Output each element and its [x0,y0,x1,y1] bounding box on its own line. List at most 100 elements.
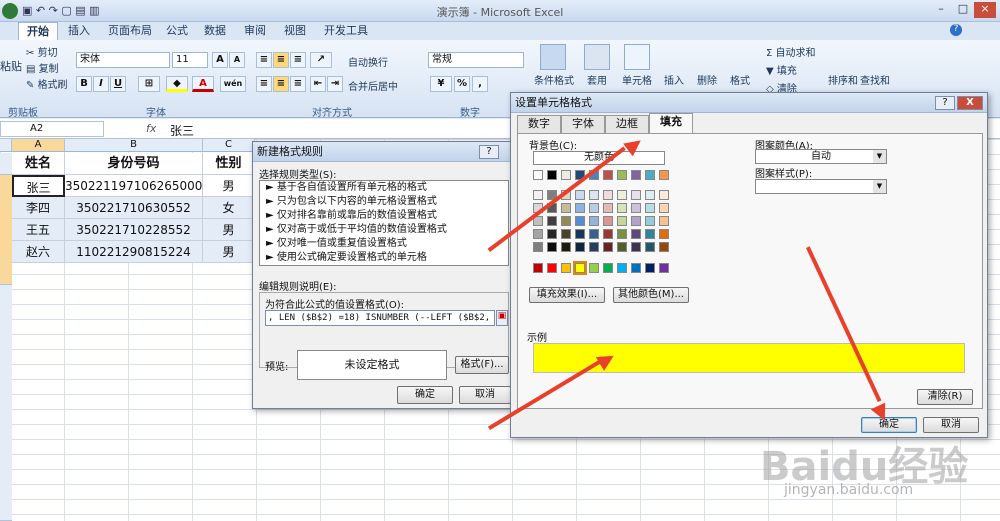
rule-type-list[interactable]: ► 基于各自值设置所有单元格的格式 ► 只为包含以下内容的单元格设置格式 ► 仅… [259,180,509,266]
format-cells-help-button[interactable]: ? [935,96,955,110]
color-swatch[interactable] [659,229,669,239]
new-rule-ok-button[interactable]: 确定 [397,386,453,404]
formula-input[interactable]: , LEN ($B$2) =18) ISNUMBER (--LEFT ($B$2… [265,310,495,326]
color-swatch[interactable] [631,242,641,252]
format-cells-button[interactable]: 格式 [730,72,750,87]
column-header-c[interactable]: C [203,139,255,152]
color-swatch[interactable] [603,229,613,239]
indent-decrease-icon[interactable]: ⇤ [310,76,326,92]
close-icon[interactable]: × [974,2,996,18]
tab-number[interactable]: 数字 [517,115,561,133]
rule-type-item[interactable]: ► 基于各自值设置所有单元格的格式 [260,181,508,195]
number-format-select[interactable]: 常规 [428,52,524,68]
tab-view[interactable]: 视图 [276,22,314,40]
tab-developer[interactable]: 开发工具 [316,22,376,40]
percent-button[interactable]: % [454,76,470,92]
format-cells-cancel-button[interactable]: 取消 [923,417,979,433]
table-cell-a2[interactable]: 张三 [12,175,65,197]
bold-button[interactable]: B [76,76,92,92]
underline-button[interactable]: U [110,76,126,92]
table-cell[interactable]: 110221290815224 [65,241,203,263]
maximize-icon[interactable]: □ [952,2,974,18]
tab-home[interactable]: 开始 [18,22,58,40]
header-cell-id[interactable]: 身份号码 [65,153,203,175]
align-right-icon[interactable]: ≡ [290,76,306,92]
rule-type-item[interactable]: ► 仅对高于或低于平均值的数值设置格式 [260,223,508,237]
column-header-b[interactable]: B [65,139,203,152]
rule-type-item-formula[interactable]: ► 使用公式确定要设置格式的单元格 [260,251,508,265]
format-cells-ok-button[interactable]: 确定 [861,417,917,433]
color-swatch[interactable] [589,190,599,200]
fill-button[interactable]: ▼ 填充 [766,62,797,77]
color-swatch[interactable] [561,216,571,226]
color-swatch[interactable] [589,229,599,239]
color-swatch[interactable] [603,190,613,200]
paste-button[interactable]: 粘贴 [0,58,22,74]
color-swatch[interactable] [575,229,585,239]
color-swatch[interactable] [603,216,613,226]
font-size-select[interactable]: 11 [172,52,208,68]
pattern-color-select[interactable]: 自动 [755,149,887,164]
sort-filter-button[interactable]: 排序和 [828,72,858,87]
color-swatch[interactable] [589,203,599,213]
color-swatch[interactable] [573,261,587,275]
color-swatch[interactable] [533,263,543,273]
color-swatch[interactable] [645,229,655,239]
color-swatch[interactable] [617,216,627,226]
color-swatch[interactable] [575,242,585,252]
shrink-font-button[interactable]: A [229,52,245,68]
header-cell-name[interactable]: 姓名 [12,153,65,175]
table-cell[interactable]: 男 [203,175,255,197]
align-left-icon[interactable]: ≡ [256,76,272,92]
color-swatch[interactable] [561,170,571,180]
color-swatch[interactable] [603,170,613,180]
clear-fill-button[interactable]: 清除(R) [917,389,973,405]
color-swatch[interactable] [617,263,627,273]
color-swatch[interactable] [575,190,585,200]
no-color-button[interactable]: 无颜色 [533,151,665,165]
font-color-icon[interactable]: A [192,76,214,92]
more-colors-button[interactable]: 其他颜色(M)... [613,287,689,303]
tab-insert[interactable]: 插入 [60,22,98,40]
cell-style-button[interactable]: 单元格 [622,72,652,87]
delete-cells-button[interactable]: 删除 [697,72,717,87]
color-swatch[interactable] [547,216,557,226]
tab-data[interactable]: 数据 [196,22,234,40]
font-name-select[interactable]: 宋体 [76,52,170,68]
color-swatch[interactable] [659,203,669,213]
fill-color-icon[interactable]: ◆ [166,76,188,92]
border-icon[interactable]: ⊞ [138,76,160,92]
color-swatch[interactable] [617,203,627,213]
merge-center-button[interactable]: 合并后居中 [348,78,398,93]
new-rule-help-button[interactable]: ? [479,145,499,159]
chevron-down-icon[interactable]: ▼ [873,180,886,193]
color-swatch[interactable] [631,190,641,200]
rule-type-item[interactable]: ► 仅对唯一值或重复值设置格式 [260,237,508,251]
tab-review[interactable]: 审阅 [236,22,274,40]
collapse-dialog-icon[interactable]: ▣ [496,310,508,326]
orientation-icon[interactable]: ↗ [310,52,332,68]
table-cell[interactable]: 王五 [12,219,65,241]
conditional-format-button[interactable]: 条件格式 [534,72,574,87]
comma-button[interactable]: , [472,76,488,92]
color-swatch[interactable] [631,170,641,180]
color-swatch[interactable] [631,263,641,273]
conditional-format-icon[interactable] [540,44,566,70]
color-swatch[interactable] [547,263,557,273]
color-swatch[interactable] [659,190,669,200]
color-swatch[interactable] [533,190,543,200]
color-swatch[interactable] [533,170,543,180]
tab-border[interactable]: 边框 [605,115,649,133]
color-swatch[interactable] [617,170,627,180]
color-swatch[interactable] [589,263,599,273]
row-header[interactable] [0,153,12,175]
fill-effects-button[interactable]: 填充效果(I)... [529,287,605,303]
color-swatch[interactable] [547,242,557,252]
row-header[interactable] [0,285,12,521]
grow-font-button[interactable]: A [212,52,228,68]
table-cell[interactable]: 女 [203,197,255,219]
row-header-selected[interactable] [0,175,12,285]
color-swatch[interactable] [645,216,655,226]
color-swatch[interactable] [645,263,655,273]
color-swatch[interactable] [645,190,655,200]
